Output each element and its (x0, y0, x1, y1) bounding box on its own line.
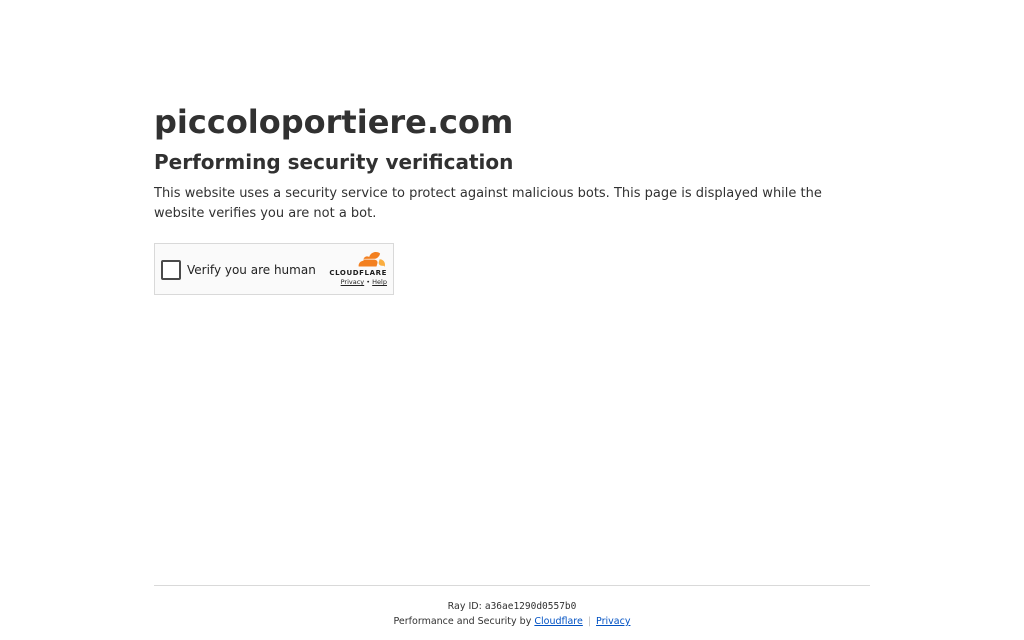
checkbox-box[interactable] (161, 260, 181, 280)
verify-checkbox[interactable] (161, 260, 181, 280)
cloudflare-wordmark: CLOUDFLARE (329, 269, 387, 277)
widget-privacy-link[interactable]: Privacy (341, 278, 365, 286)
verify-label[interactable]: Verify you are human (187, 262, 316, 278)
challenge-page: piccoloportiere.com Performing security … (0, 0, 1024, 640)
main-content: piccoloportiere.com Performing security … (154, 100, 870, 224)
widget-links: Privacy • Help (341, 278, 387, 286)
performance-text: Performance and Security by (393, 616, 535, 627)
page-footer: Ray ID: a36ae1290d0557b0 Performance and… (154, 585, 870, 628)
footer-cloudflare-link[interactable]: Cloudflare (534, 616, 582, 627)
performance-line: Performance and Security by Cloudflare | P… (154, 615, 870, 628)
ray-id-value: a36ae1290d0557b0 (484, 601, 577, 612)
ray-id-line: Ray ID: a36ae1290d0557b0 (154, 600, 870, 613)
site-domain-title: piccoloportiere.com (154, 103, 514, 141)
footer-separator: | (587, 616, 592, 627)
cloudflare-cloud-icon (358, 252, 385, 267)
cloudflare-branding: CLOUDFLARE Privacy • Help (323, 252, 387, 288)
widget-link-separator: • (366, 278, 371, 286)
footer-privacy-link[interactable]: Privacy (596, 616, 630, 627)
turnstile-widget: Verify you are human CLOUDFLARE Privacy … (154, 243, 394, 295)
widget-help-link[interactable]: Help (372, 278, 387, 286)
ray-id-prefix: Ray ID: (447, 601, 485, 612)
verification-heading: Performing security verification (154, 150, 514, 174)
verification-description: This website uses a security service to … (154, 186, 822, 221)
